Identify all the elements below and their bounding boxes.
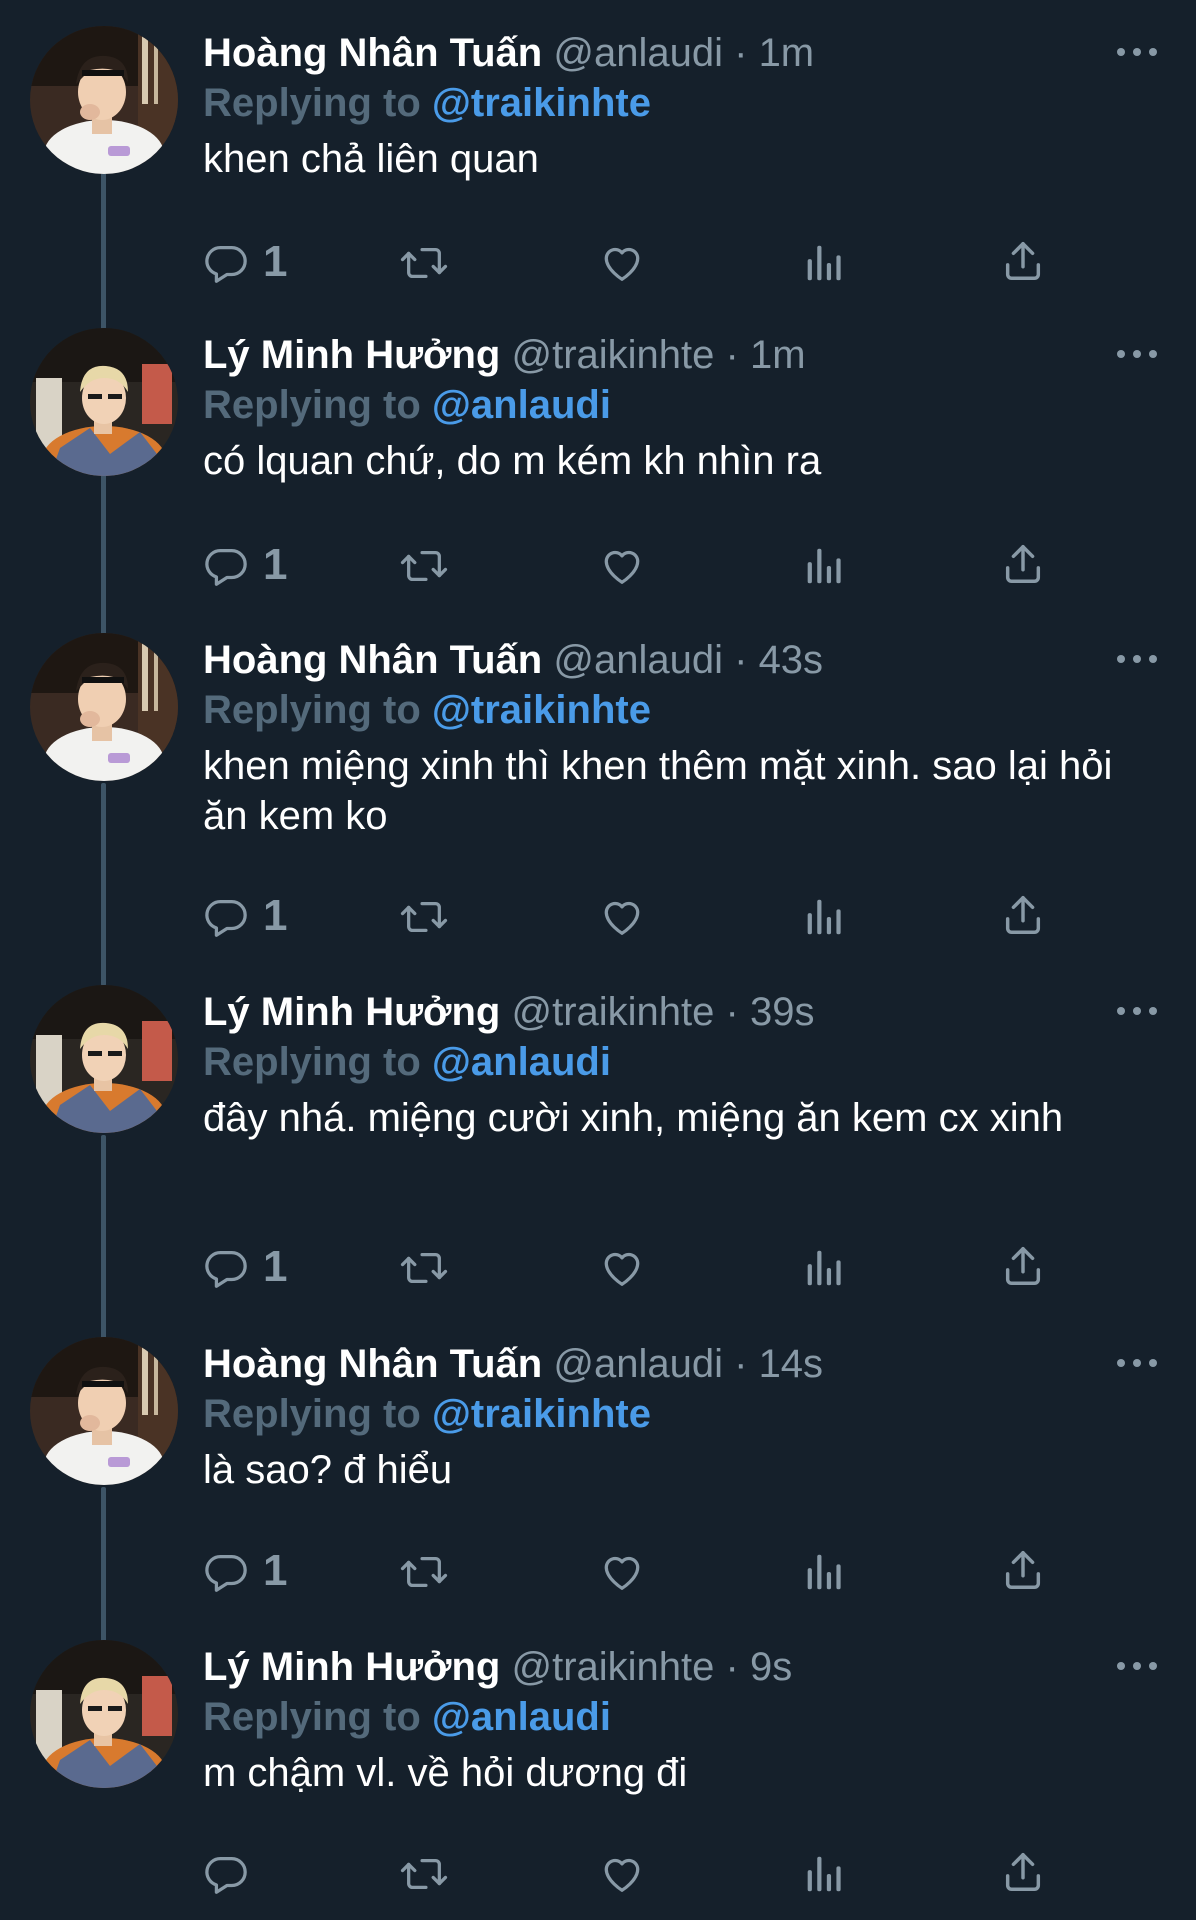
tweet-text: khen chả liên quan <box>203 137 539 181</box>
reply-count: 1 <box>263 1546 288 1595</box>
tweet-text: khen miệng xinh thì khen thêm mặt xinh. … <box>203 744 1113 838</box>
separator-dot: · <box>734 638 748 682</box>
replying-to-line: Replying to @anlaudi <box>203 1037 611 1087</box>
reply-button[interactable]: 1 <box>203 1543 303 1599</box>
tweet-actions: 1 <box>203 1543 1063 1599</box>
tweet[interactable]: Hoàng Nhân Tuấn @anlaudi · 14s Replying t… <box>0 1337 1196 1603</box>
tweet-text: là sao? đ hiểu <box>203 1448 453 1492</box>
author-handle[interactable]: @traikinhte <box>512 333 715 377</box>
reply-count: 1 <box>263 891 288 940</box>
tweet[interactable]: Lý Minh Hưởng @traikinhte · 9s Replying t… <box>0 1640 1196 1905</box>
replying-to-label: Replying to <box>203 1040 421 1084</box>
tweet-header: Hoàng Nhân Tuấn @anlaudi · 14s <box>203 1339 1136 1389</box>
author-name[interactable]: Lý Minh Hưởng <box>203 333 500 377</box>
replying-to-label: Replying to <box>203 1392 421 1436</box>
tweet-header: Hoàng Nhân Tuấn @anlaudi · 1m <box>203 28 1136 78</box>
tweet-actions: 1 <box>203 1239 1063 1295</box>
replying-to-label: Replying to <box>203 81 421 125</box>
author-name[interactable]: Lý Minh Hưởng <box>203 990 500 1034</box>
mention-link[interactable]: @anlaudi <box>432 1695 611 1739</box>
avatar[interactable] <box>30 1337 178 1485</box>
avatar[interactable] <box>30 26 178 174</box>
more-options-icon[interactable] <box>1112 1351 1162 1375</box>
tweet-header: Lý Minh Hưởng @traikinhte · 39s <box>203 987 1136 1037</box>
timestamp[interactable]: 14s <box>759 1342 824 1386</box>
tweet-actions: 1 <box>203 537 1063 593</box>
reply-button[interactable]: 1 <box>203 537 303 593</box>
mention-link[interactable]: @traikinhte <box>432 688 651 732</box>
avatar[interactable] <box>30 328 178 476</box>
author-handle[interactable]: @traikinhte <box>512 990 715 1034</box>
tweet-text: đây nhá. miệng cười xinh, miệng ăn kem c… <box>203 1096 1064 1140</box>
reply-button[interactable]: 1 <box>203 234 303 290</box>
separator-dot: · <box>725 1645 739 1689</box>
separator-dot: · <box>734 31 748 75</box>
author-handle[interactable]: @anlaudi <box>553 31 723 75</box>
more-options-icon[interactable] <box>1112 647 1162 671</box>
reply-button[interactable]: 1 <box>203 1239 303 1295</box>
timestamp[interactable]: 39s <box>750 990 815 1034</box>
author-name[interactable]: Hoàng Nhân Tuấn <box>203 31 542 75</box>
tweet[interactable]: Lý Minh Hưởng @traikinhte · 1m Replying t… <box>0 328 1196 597</box>
avatar[interactable] <box>30 1640 178 1788</box>
tweet-header: Lý Minh Hưởng @traikinhte · 1m <box>203 330 1136 380</box>
more-options-icon[interactable] <box>1112 40 1162 64</box>
author-name[interactable]: Hoàng Nhân Tuấn <box>203 638 542 682</box>
tweet-text: m chậm vl. về hỏi dương đi <box>203 1751 688 1795</box>
timestamp[interactable]: 1m <box>759 31 815 75</box>
separator-dot: · <box>734 1342 748 1386</box>
tweet[interactable]: Hoàng Nhân Tuấn @anlaudi · 43s Replying t… <box>0 633 1196 948</box>
tweet-actions <box>203 1845 1063 1901</box>
replying-to-line: Replying to @traikinhte <box>203 78 651 128</box>
tweet-text: có lquan chứ, do m kém kh nhìn ra <box>203 439 822 483</box>
avatar[interactable] <box>30 633 178 781</box>
separator-dot: · <box>725 990 739 1034</box>
mention-link[interactable]: @traikinhte <box>432 81 651 125</box>
author-handle[interactable]: @anlaudi <box>553 1342 723 1386</box>
mention-link[interactable]: @anlaudi <box>432 383 611 427</box>
more-options-icon[interactable] <box>1112 342 1162 366</box>
reply-button[interactable] <box>203 1845 303 1901</box>
reply-count: 1 <box>263 237 288 286</box>
more-options-icon[interactable] <box>1112 999 1162 1023</box>
timestamp[interactable]: 9s <box>750 1645 792 1689</box>
replying-to-label: Replying to <box>203 383 421 427</box>
reply-thread: Hoàng Nhân Tuấn @anlaudi · 1m Replying to… <box>0 0 1196 1920</box>
separator-dot: · <box>725 333 739 377</box>
replying-to-line: Replying to @traikinhte <box>203 685 651 735</box>
replying-to-label: Replying to <box>203 688 421 732</box>
reply-count: 1 <box>263 1242 288 1291</box>
reply-count: 1 <box>263 540 288 589</box>
author-handle[interactable]: @traikinhte <box>512 1645 715 1689</box>
timestamp[interactable]: 1m <box>750 333 806 377</box>
author-name[interactable]: Hoàng Nhân Tuấn <box>203 1342 542 1386</box>
replying-to-line: Replying to @anlaudi <box>203 1692 611 1742</box>
replying-to-label: Replying to <box>203 1695 421 1739</box>
tweet-actions: 1 <box>203 234 1063 290</box>
tweet[interactable]: Hoàng Nhân Tuấn @anlaudi · 1m Replying to… <box>0 26 1196 294</box>
tweet-header: Lý Minh Hưởng @traikinhte · 9s <box>203 1642 1136 1692</box>
tweet[interactable]: Lý Minh Hưởng @traikinhte · 39s Replying … <box>0 985 1196 1299</box>
replying-to-line: Replying to @anlaudi <box>203 380 611 430</box>
mention-link[interactable]: @traikinhte <box>432 1392 651 1436</box>
timestamp[interactable]: 43s <box>759 638 824 682</box>
replying-to-line: Replying to @traikinhte <box>203 1389 651 1439</box>
author-handle[interactable]: @anlaudi <box>553 638 723 682</box>
author-name[interactable]: Lý Minh Hưởng <box>203 1645 500 1689</box>
more-options-icon[interactable] <box>1112 1654 1162 1678</box>
mention-link[interactable]: @anlaudi <box>432 1040 611 1084</box>
avatar[interactable] <box>30 985 178 1133</box>
reply-button[interactable]: 1 <box>203 888 303 944</box>
tweet-actions: 1 <box>203 888 1063 944</box>
tweet-header: Hoàng Nhân Tuấn @anlaudi · 43s <box>203 635 1136 685</box>
